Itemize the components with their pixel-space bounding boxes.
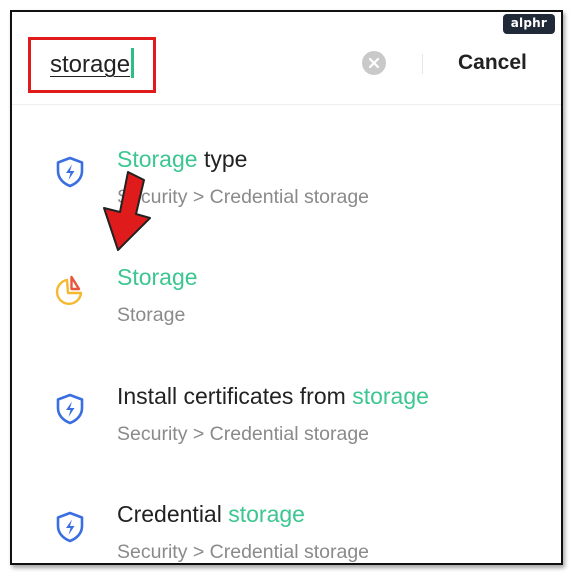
shield-icon	[52, 154, 88, 190]
result-subtitle: Security > Credential storage	[117, 541, 370, 563]
clear-search-button[interactable]	[362, 51, 386, 75]
red-arrow-annotation	[103, 171, 151, 251]
result-title: Storage	[117, 264, 198, 290]
result-title: Install certificates from storage	[117, 383, 429, 409]
divider	[422, 54, 423, 74]
search-result-item[interactable]: Storage Storage	[12, 240, 561, 358]
result-subtitle: Security > Credential storage	[117, 423, 370, 445]
close-icon	[368, 57, 380, 69]
search-input[interactable]: storage	[50, 49, 130, 81]
shield-icon	[52, 391, 88, 427]
search-result-item[interactable]: Credential storage Security > Credential…	[12, 477, 561, 563]
result-subtitle: Storage	[117, 304, 186, 326]
result-title: Credential storage	[117, 501, 305, 527]
search-bar: storage Cancel	[12, 12, 561, 105]
search-result-item[interactable]: Install certificates from storage Securi…	[12, 359, 561, 477]
cancel-button[interactable]: Cancel	[458, 50, 527, 76]
phone-screen: alphr storage Cancel Storage type Securi…	[10, 10, 563, 565]
search-result-item[interactable]: Storage type Security > Credential stora…	[12, 122, 561, 240]
storage-pie-icon	[52, 272, 88, 308]
shield-icon	[52, 509, 88, 545]
text-caret	[131, 48, 134, 78]
